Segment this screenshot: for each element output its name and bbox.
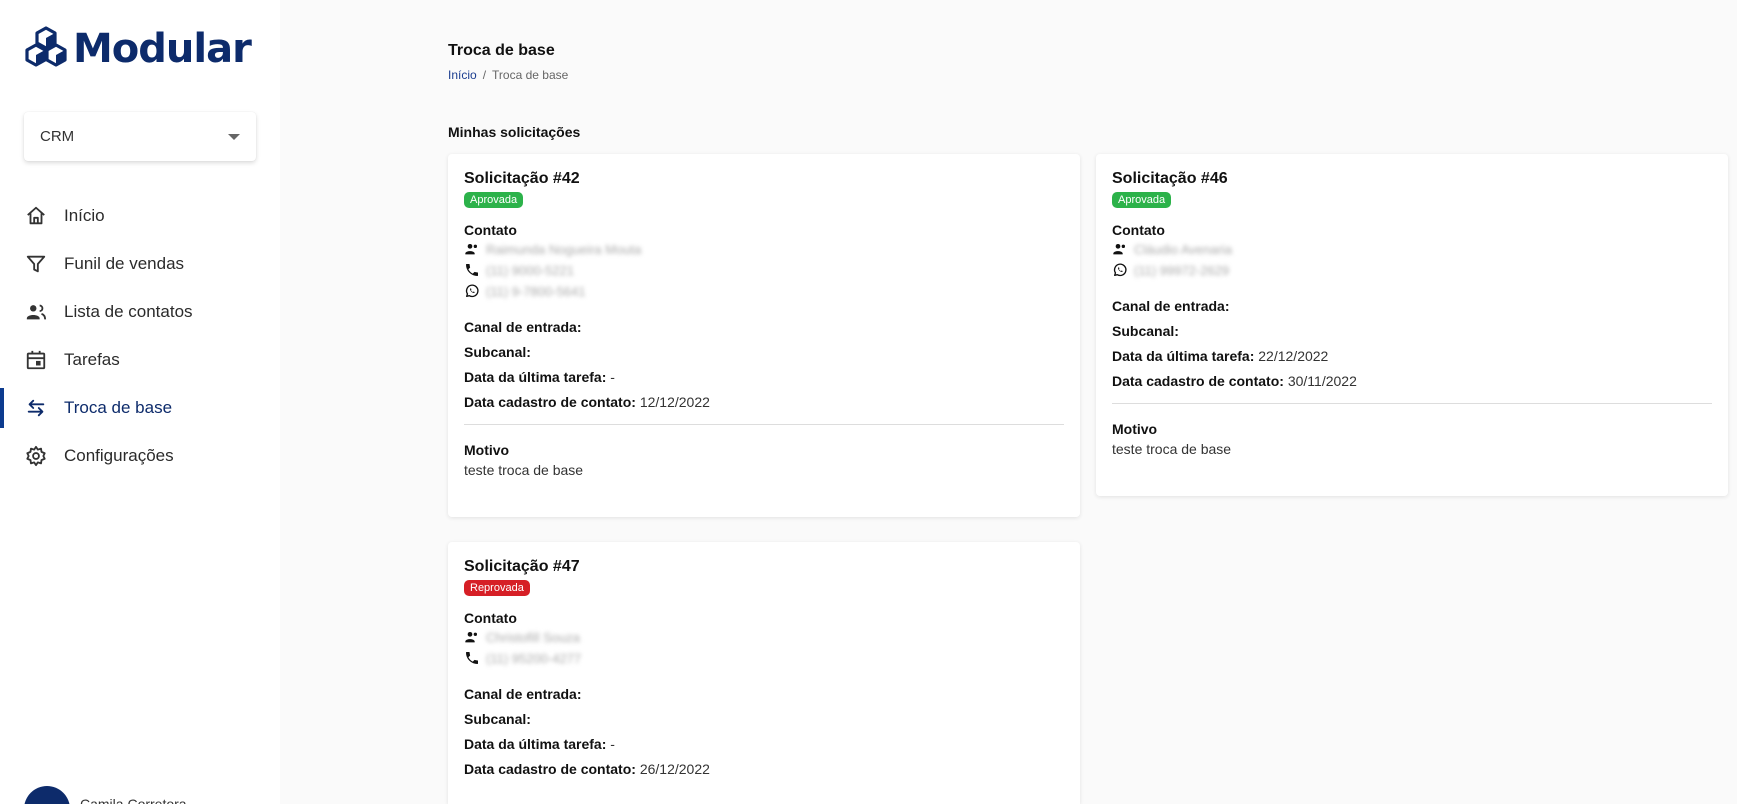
user-profile[interactable]: Camila Corretora [24, 786, 187, 804]
sidebar-item-configuracoes[interactable]: Configurações [0, 432, 280, 480]
sidebar: Modular CRM Início Funil de vendas Lista… [0, 0, 280, 804]
contact-whatsapp-row: (11) 99972-2629 [1112, 260, 1712, 280]
breadcrumb-separator: / [482, 68, 487, 82]
contact-name-row: Christofill Souza [464, 627, 1064, 647]
status-badge: Aprovada [464, 192, 524, 208]
sidebar-item-label: Funil de vendas [64, 254, 185, 273]
field-canal: Canal de entrada: [464, 686, 582, 702]
sidebar-item-troca-de-base[interactable]: Troca de base [0, 384, 280, 432]
divider [464, 424, 1064, 425]
phone-icon [466, 652, 478, 664]
motivo-text: teste troca de base [1112, 441, 1232, 457]
breadcrumb-current: Troca de base [492, 68, 569, 82]
field-cadastro: Data cadastro de contato: 12/12/2022 [464, 394, 710, 410]
module-select-value: CRM [40, 128, 75, 145]
modular-cubes-icon [25, 26, 67, 67]
phone-icon [466, 264, 478, 276]
logo[interactable]: Modular [24, 26, 252, 72]
filter-icon [25, 253, 47, 275]
contact-label: Contato [464, 222, 517, 238]
motivo-label: Motivo [1112, 421, 1158, 437]
field-canal: Canal de entrada: [464, 319, 582, 335]
contact-whatsapp[interactable]: (11) 9-7800-5641 [486, 284, 586, 299]
sidebar-item-label: Início [64, 206, 105, 225]
field-cadastro: Data cadastro de contato: 26/12/2022 [464, 761, 710, 777]
field-ultima-tarefa: Data da última tarefa: - [464, 736, 615, 752]
contact-name[interactable]: Christofill Souza [486, 630, 580, 645]
caret-down-icon [228, 133, 240, 140]
request-fields: Canal de entrada: Subcanal: Data da últi… [1112, 294, 1712, 394]
motivo-text: teste troca de base [464, 462, 584, 478]
request-title: Solicitação #46 [1112, 170, 1228, 187]
person-icon [1113, 244, 1125, 255]
contact-label: Contato [464, 610, 517, 626]
contact-label: Contato [1112, 222, 1165, 238]
section-title: Minhas solicitações [448, 124, 581, 140]
field-canal: Canal de entrada: [1112, 298, 1230, 314]
sidebar-item-label: Troca de base [64, 398, 173, 417]
request-title: Solicitação #47 [464, 558, 580, 575]
motivo-label: Motivo [464, 442, 510, 458]
sidebar-item-contatos[interactable]: Lista de contatos [0, 288, 280, 336]
request-card[interactable]: Solicitação #47 Reprovada Contato Christ… [448, 542, 1080, 804]
field-cadastro: Data cadastro de contato: 30/11/2022 [1112, 373, 1357, 389]
sidebar-nav: Início Funil de vendas Lista de contatos… [0, 192, 280, 480]
contact-name-row: Cláudio Avenaria [1112, 239, 1712, 259]
person-icon [465, 632, 477, 643]
field-ultima-tarefa: Data da última tarefa: - [464, 369, 615, 385]
request-title: Solicitação #42 [464, 170, 580, 187]
field-subcanal: Subcanal: [1112, 323, 1179, 339]
status-badge: Aprovada [1112, 192, 1172, 208]
field-subcanal: Subcanal: [464, 344, 531, 360]
swap-icon [25, 397, 47, 419]
sidebar-item-tarefas[interactable]: Tarefas [0, 336, 280, 384]
user-name: Camila Corretora [80, 796, 187, 804]
whatsapp-icon [465, 284, 479, 298]
page-title: Troca de base [448, 42, 555, 59]
contact-phone-row: (11) 95200-4277 [464, 648, 1064, 668]
whatsapp-icon [1113, 263, 1127, 277]
field-ultima-tarefa: Data da última tarefa: 22/12/2022 [1112, 348, 1329, 364]
contact-name[interactable]: Raimunda Nogueira Mouta [486, 242, 641, 257]
home-icon [25, 205, 47, 227]
calendar-icon [25, 349, 47, 371]
status-badge: Reprovada [464, 580, 530, 596]
person-icon [465, 244, 477, 255]
field-subcanal: Subcanal: [464, 711, 531, 727]
contact-whatsapp-row: (11) 9-7800-5641 [464, 281, 1064, 301]
contact-whatsapp[interactable]: (11) 99972-2629 [1134, 263, 1229, 278]
contacts-icon [25, 301, 47, 323]
sidebar-item-label: Lista de contatos [64, 302, 193, 321]
request-card[interactable]: Solicitação #42 Aprovada Contato Raimund… [448, 154, 1080, 517]
logo-text: Modular [73, 26, 252, 72]
breadcrumb: Início / Troca de base [448, 68, 568, 82]
module-select[interactable]: CRM [24, 112, 256, 161]
contact-phone-row: (11) 9000-5221 [464, 260, 1064, 280]
sidebar-item-label: Configurações [64, 446, 174, 465]
contact-phone[interactable]: (11) 9000-5221 [486, 263, 574, 278]
breadcrumb-home-link[interactable]: Início [448, 68, 477, 82]
request-fields: Canal de entrada: Subcanal: Data da últi… [464, 682, 1064, 782]
avatar [24, 786, 70, 804]
gear-icon [25, 445, 47, 467]
contact-phone[interactable]: (11) 95200-4277 [486, 651, 581, 666]
contact-name-row: Raimunda Nogueira Mouta [464, 239, 1064, 259]
contact-name[interactable]: Cláudio Avenaria [1134, 242, 1232, 257]
sidebar-item-inicio[interactable]: Início [0, 192, 280, 240]
request-card[interactable]: Solicitação #46 Aprovada Contato Cláudio… [1096, 154, 1728, 496]
sidebar-item-label: Tarefas [64, 350, 120, 369]
sidebar-item-funil[interactable]: Funil de vendas [0, 240, 280, 288]
divider [1112, 403, 1712, 404]
request-fields: Canal de entrada: Subcanal: Data da últi… [464, 315, 1064, 415]
